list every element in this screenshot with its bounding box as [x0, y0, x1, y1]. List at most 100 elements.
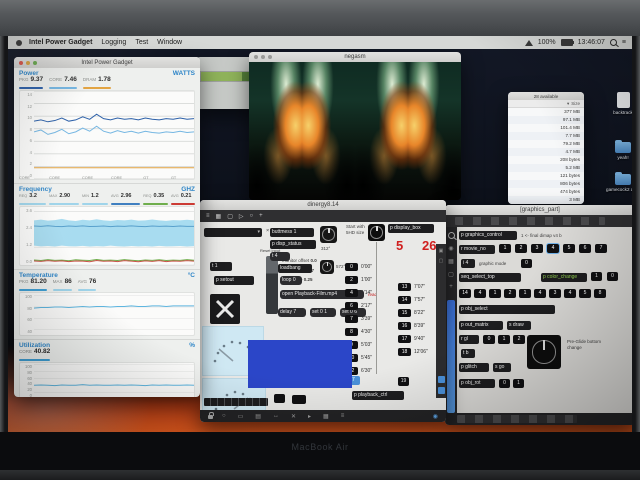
arrows-icon[interactable]: ↔: [273, 413, 279, 420]
close-icon[interactable]: ✕: [291, 413, 296, 420]
output-dial[interactable]: [527, 335, 561, 369]
finder-file-row[interactable]: 474 bytes: [508, 188, 584, 196]
circle-icon[interactable]: ○: [222, 413, 226, 420]
cue-number-box[interactable]: 4: [345, 288, 358, 297]
new-object-icon[interactable]: ▢: [227, 213, 233, 220]
number-box[interactable]: 1: [591, 272, 602, 281]
panel-icon[interactable]: ▢: [439, 258, 444, 264]
number-box[interactable]: 0: [483, 335, 495, 344]
go-send-object[interactable]: s go: [493, 363, 511, 372]
display-box-object[interactable]: p display_box: [388, 224, 434, 233]
cue-number-box[interactable]: 7: [345, 314, 358, 323]
number-box[interactable]: 4: [564, 289, 576, 298]
seq-select-object[interactable]: seq_select_top: [459, 273, 521, 282]
finder-file-row[interactable]: 97.1 MB: [508, 116, 584, 124]
number-box[interactable]: 2: [504, 289, 516, 298]
loop-message[interactable]: loop 0: [280, 276, 302, 285]
add-icon[interactable]: +: [449, 284, 453, 290]
playback-ctrl-object[interactable]: p playback_ctrl: [352, 391, 404, 400]
add-icon[interactable]: +: [259, 213, 263, 219]
finder-file-row[interactable]: 79.2 MB: [508, 140, 584, 148]
obj-select-object[interactable]: p obj_select: [459, 305, 555, 314]
search-icon[interactable]: [447, 232, 455, 239]
movie-number-box[interactable]: 1: [499, 244, 511, 253]
cue-number-box[interactable]: 16: [398, 321, 411, 330]
templates-icon[interactable]: ▢: [448, 271, 454, 278]
battery-icon[interactable]: [560, 39, 574, 46]
vertical-slider[interactable]: [266, 256, 278, 314]
cue-number-box[interactable]: 18: [398, 347, 411, 356]
menu-item[interactable]: Intel Power Gadget: [29, 39, 92, 46]
finder-file-row[interactable]: 101.4 MB: [508, 124, 584, 132]
panel-icon[interactable]: ▭: [238, 413, 244, 420]
dial[interactable]: [320, 226, 337, 243]
console-icon[interactable]: [437, 376, 445, 383]
rotate-object[interactable]: p obj_rot: [459, 379, 495, 388]
finder-file-row[interactable]: 806 bytes: [508, 180, 584, 188]
number-box[interactable]: [292, 395, 306, 404]
movie-number-box[interactable]: 2: [515, 244, 527, 253]
t4-message[interactable]: t 4: [270, 252, 290, 261]
menu-item[interactable]: Logging: [101, 39, 126, 46]
umenu-dropdown[interactable]: ▾: [204, 228, 262, 237]
setout-object[interactable]: p setout: [214, 276, 254, 285]
finder-file-row[interactable]: 4.7 MB: [508, 148, 584, 156]
delay-message[interactable]: delay 7: [278, 308, 306, 317]
number-box[interactable]: 2: [513, 335, 525, 344]
cue-number-box[interactable]: 6: [345, 301, 358, 310]
finder-column-header[interactable]: ▾ Size: [508, 100, 584, 108]
power-gadget-titlebar[interactable]: Intel Power Gadget: [14, 57, 200, 68]
disp-status-object[interactable]: p disp_status: [270, 240, 316, 249]
number-box[interactable]: 1: [498, 335, 510, 344]
number-box[interactable]: 0: [607, 272, 618, 281]
cue-number-box[interactable]: 0: [345, 262, 358, 271]
trigger-object[interactable]: t b: [461, 349, 475, 358]
finder-file-row[interactable]: 3 MB: [508, 196, 584, 204]
run-icon[interactable]: ▸: [308, 413, 311, 420]
graphics-control-object[interactable]: p graphics_control: [459, 231, 517, 240]
jitter-titlebar[interactable]: negasm: [249, 52, 461, 62]
movie-number-box[interactable]: 4: [547, 244, 559, 253]
cue-number-box[interactable]: 15: [398, 308, 411, 317]
number-box[interactable]: [274, 394, 285, 403]
grid-icon[interactable]: ▦: [323, 413, 329, 420]
panel-icon[interactable]: ▣: [439, 248, 444, 254]
preset-matrix[interactable]: [204, 398, 268, 406]
color-change-object[interactable]: p color_change: [541, 273, 587, 282]
cue-number-box[interactable]: 14: [398, 295, 411, 304]
number-box[interactable]: 4: [474, 289, 486, 298]
buttmess-object[interactable]: buttmess 1: [270, 228, 314, 237]
run-icon[interactable]: ▷: [239, 213, 244, 220]
number-box[interactable]: 4: [534, 289, 546, 298]
cue-number-box[interactable]: 2: [345, 275, 358, 284]
desktop-icon[interactable]: gamecock2 after: [606, 172, 632, 193]
number-box[interactable]: 1: [519, 289, 531, 298]
finder-file-row[interactable]: 7.7 MB: [508, 132, 584, 140]
circle-icon[interactable]: ○: [249, 213, 253, 219]
gl-receive-object[interactable]: r gl: [459, 335, 479, 344]
cue-number-box[interactable]: 13: [398, 282, 411, 291]
number-box[interactable]: 8: [594, 289, 606, 298]
movie-number-box[interactable]: 3: [531, 244, 543, 253]
number-box[interactable]: 3: [549, 289, 561, 298]
movie-number-box[interactable]: 7: [595, 244, 607, 253]
movie-receive-object[interactable]: r movie_no: [459, 245, 495, 254]
number-box[interactable]: 0: [499, 379, 510, 388]
movie-number-box[interactable]: 5: [563, 244, 575, 253]
notification-center-icon[interactable]: ≡: [622, 39, 626, 46]
dial[interactable]: [320, 260, 334, 274]
finder-file-row[interactable]: 121 bytes: [508, 172, 584, 180]
number-box[interactable]: 1: [489, 289, 501, 298]
lock-icon[interactable]: [208, 412, 214, 419]
apple-menu-icon[interactable]: [16, 39, 22, 46]
toggle-x[interactable]: [210, 294, 240, 324]
number-box[interactable]: 1: [513, 379, 524, 388]
draw-send-object[interactable]: s draw: [507, 321, 531, 330]
spotlight-icon[interactable]: [609, 39, 617, 46]
inspector-icon[interactable]: ◉: [448, 245, 453, 252]
int-object[interactable]: i 4: [461, 259, 475, 268]
desktop-icon[interactable]: backtrack: [606, 92, 632, 116]
menu-clock[interactable]: 13:46:07: [578, 39, 605, 46]
toolbar-icons-strip[interactable]: [455, 217, 605, 225]
number-box[interactable]: 5: [579, 289, 591, 298]
